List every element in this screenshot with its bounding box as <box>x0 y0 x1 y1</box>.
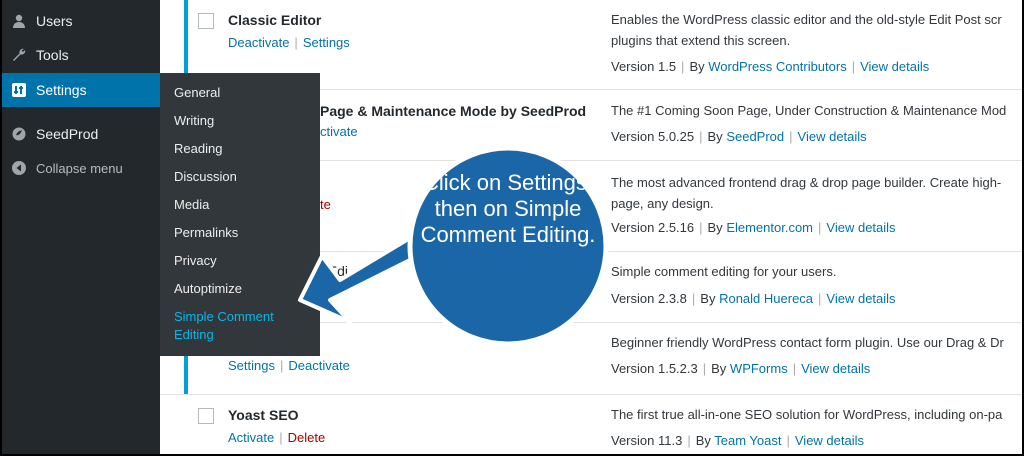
plugin-meta: Version 1.5.2.3 | By WPForms | View details <box>611 361 871 376</box>
menu-label: Tools <box>36 47 69 63</box>
plugin-meta: Version 5.0.25 | By SeedProd | View details <box>611 129 867 144</box>
plugin-meta: Version 11.3 | By Team Yoast | View details <box>611 433 865 448</box>
view-details-link[interactable]: View details <box>801 361 870 376</box>
author-link[interactable]: WordPress Contributors <box>708 59 846 74</box>
plugin-description: The first true all-in-one SEO solution f… <box>611 407 1003 422</box>
author-link[interactable]: WPForms <box>730 361 788 376</box>
submenu-item-simple-comment-editing[interactable]: Simple Comment Editing <box>174 308 304 344</box>
menu-item-tools[interactable]: Tools <box>2 38 160 72</box>
plugin-name: Classic Editor <box>228 12 322 28</box>
plugin-description: Simple comment editing for your users. <box>611 264 837 279</box>
view-details-link[interactable]: View details <box>826 291 895 306</box>
plugin-name: Page & Maintenance Mode by SeedProd <box>320 103 587 119</box>
callout-text: Click on Settings, then on Simple Commen… <box>420 170 596 247</box>
plugin-actions: te <box>320 197 331 212</box>
active-menu-pointer <box>152 82 160 98</box>
plugin-actions: Settings | Deactivate <box>228 358 350 373</box>
plugin-name: t Edi <box>320 263 349 279</box>
settings-icon <box>10 81 28 99</box>
menu-label: Settings <box>36 82 87 98</box>
plugin-actions: Activate | Delete <box>228 430 326 445</box>
admin-sidebar: Users Tools Settings SeedProd Collapse m… <box>2 0 160 454</box>
plugin-checkbox[interactable] <box>198 13 214 29</box>
submenu-item-permalinks[interactable]: Permalinks <box>174 224 238 242</box>
plugin-actions: Deactivate | Settings <box>228 35 350 50</box>
deactivate-link[interactable]: Deactivate <box>288 358 349 373</box>
wrench-icon <box>10 46 28 64</box>
submenu-item-reading[interactable]: Reading <box>174 140 222 158</box>
author-link[interactable]: Ronald Huereca <box>719 291 813 306</box>
menu-item-users[interactable]: Users <box>2 4 160 38</box>
submenu-item-autoptimize[interactable]: Autoptimize <box>174 280 242 298</box>
plugin-description: Beginner friendly WordPress contact form… <box>611 335 1004 350</box>
plugin-description: The most advanced frontend drag & drop p… <box>611 175 1002 211</box>
menu-item-seedprod[interactable]: SeedProd <box>2 117 160 151</box>
plugin-description: The #1 Coming Soon Page, Under Construct… <box>611 103 1007 118</box>
collapse-icon <box>10 159 28 177</box>
users-icon <box>10 12 28 30</box>
plugin-meta: Version 2.5.16 | By Elementor.com | View det… <box>611 220 896 235</box>
view-details-link[interactable]: View details <box>860 59 929 74</box>
plugin-actions: ctivate <box>320 124 358 139</box>
submenu-item-discussion[interactable]: Discussion <box>174 168 237 186</box>
plugin-checkbox[interactable] <box>198 408 214 424</box>
collapse-menu-button[interactable]: Collapse menu <box>2 151 160 185</box>
settings-link[interactable]: Settings <box>303 35 350 50</box>
menu-label: SeedProd <box>36 126 99 142</box>
view-details-link[interactable]: View details <box>826 220 895 235</box>
plugin-meta: Version 1.5 | By WordPress Contributors | Vi… <box>611 59 930 74</box>
plugin-row: Yoast SEO Activate | Delete The first true… <box>160 395 1022 454</box>
view-details-link[interactable]: View details <box>795 433 864 448</box>
menu-label: Users <box>36 13 73 29</box>
author-link[interactable]: SeedProd <box>726 129 784 144</box>
submenu-item-privacy[interactable]: Privacy <box>174 252 217 270</box>
settings-link[interactable]: Settings <box>228 358 275 373</box>
delete-link[interactable]: te <box>320 197 331 212</box>
menu-item-settings[interactable]: Settings <box>2 73 160 107</box>
settings-submenu: General Writing Reading Discussion Media… <box>160 73 320 356</box>
plugin-meta: Version 2.3.8 | By Ronald Huereca | View det… <box>611 291 896 306</box>
seedprod-icon <box>10 125 28 143</box>
delete-link[interactable]: Delete <box>288 430 326 445</box>
activate-link[interactable]: ctivate <box>320 124 358 139</box>
author-link[interactable]: Team Yoast <box>714 433 781 448</box>
activate-link[interactable]: Activate <box>228 430 274 445</box>
plugin-name: Yoast SEO <box>228 407 299 423</box>
plugin-description: Enables the WordPress classic editor and… <box>611 12 1002 48</box>
author-link[interactable]: Elementor.com <box>726 220 813 235</box>
submenu-item-general[interactable]: General <box>174 84 220 102</box>
view-details-link[interactable]: View details <box>798 129 867 144</box>
submenu-item-writing[interactable]: Writing <box>174 112 214 130</box>
submenu-item-media[interactable]: Media <box>174 196 209 214</box>
deactivate-link[interactable]: Deactivate <box>228 35 289 50</box>
menu-label: Collapse menu <box>36 160 123 176</box>
